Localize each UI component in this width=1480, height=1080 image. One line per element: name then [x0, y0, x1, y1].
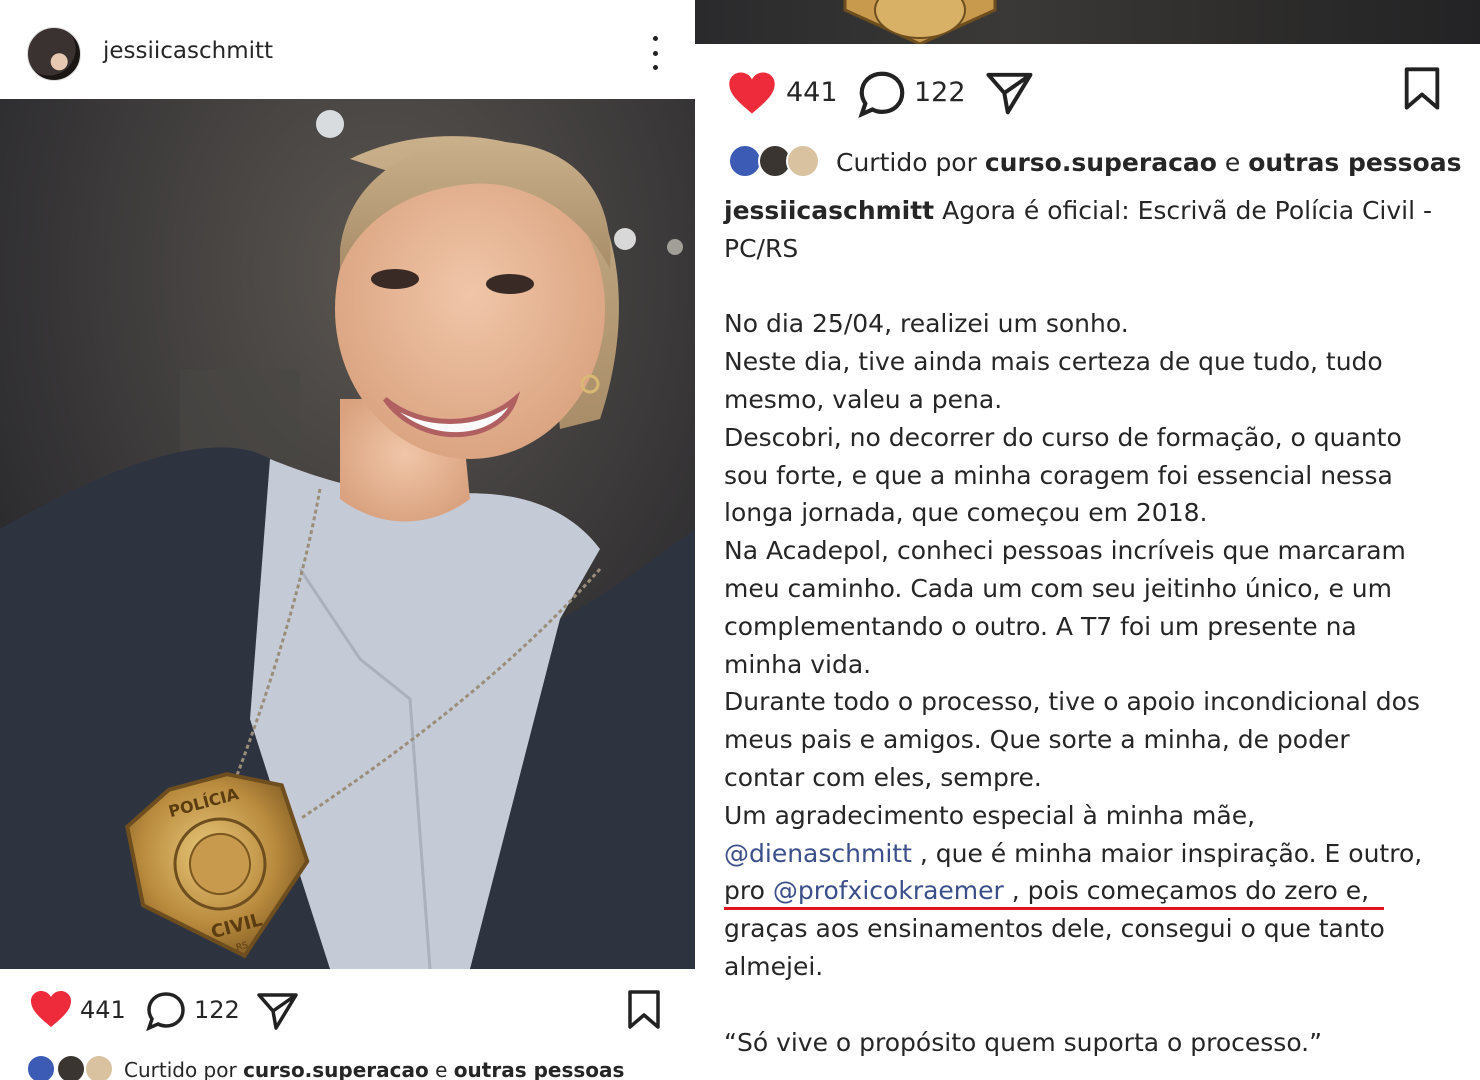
- caption-text: , pois começamos do zero e,: [1011, 876, 1370, 906]
- bookmark-icon[interactable]: [626, 989, 662, 1031]
- avatar[interactable]: [27, 27, 81, 81]
- avatar[interactable]: [56, 1054, 86, 1080]
- caption-line: Durante todo o processo, tive o apoio in…: [724, 687, 1420, 717]
- caption-line: complementando o outro. A T7 foi um pres…: [724, 611, 1357, 641]
- liked-by-prefix: Curtido por: [124, 1058, 237, 1080]
- avatar[interactable]: [26, 1054, 56, 1080]
- mention-dienaschmitt[interactable]: @dienaschmitt: [724, 839, 912, 868]
- red-underline-annotation: [724, 907, 1384, 910]
- post-caption: jessiicaschmitt Agora é oficial: Escrivã…: [724, 192, 1464, 1061]
- caption-quote: “Só vive o propósito quem suporta o proc…: [724, 1027, 1323, 1057]
- caption-text: , que é minha maior inspiração. E outro,: [919, 838, 1423, 868]
- comments-count: 122: [914, 77, 966, 108]
- post-username[interactable]: jessiicaschmitt: [103, 38, 273, 64]
- liked-by-user[interactable]: curso.superacao: [985, 148, 1217, 177]
- more-options-icon[interactable]: [645, 36, 665, 70]
- liked-by-user[interactable]: curso.superacao: [243, 1058, 429, 1080]
- share-icon[interactable]: [256, 991, 300, 1031]
- avatar[interactable]: [786, 144, 820, 178]
- caption-line: Um agradecimento especial à minha mãe,: [724, 800, 1256, 830]
- liked-by-row: Curtido por curso.superacao e outras pes…: [728, 142, 1461, 182]
- comment-icon[interactable]: [145, 991, 187, 1031]
- bookmark-icon[interactable]: [1402, 66, 1442, 112]
- post-photo-illustration: POLÍCIA CIVIL RS: [0, 99, 695, 969]
- caption-line: mesmo, valeu a pena.: [724, 384, 1003, 414]
- post-header: jessiicaschmitt: [0, 0, 695, 98]
- caption-line: longa jornada, que começou em 2018.: [724, 498, 1208, 528]
- avatar[interactable]: [84, 1054, 114, 1080]
- comments-count: 122: [194, 996, 240, 1024]
- share-icon[interactable]: [985, 70, 1035, 116]
- caption-blank-line: [724, 986, 1464, 1024]
- caption-username[interactable]: jessiicaschmitt: [724, 196, 934, 225]
- likes-count: 441: [80, 996, 126, 1024]
- caption-line: Na Acadepol, conheci pessoas incríveis q…: [724, 536, 1406, 566]
- liked-by-others[interactable]: outras pessoas: [454, 1058, 625, 1080]
- caption-blank-line: [724, 268, 1464, 306]
- caption-line: sou forte, e que a minha coragem foi ess…: [724, 460, 1393, 490]
- liked-by-row-left: Curtido por curso.superacao e outras pes…: [0, 1052, 695, 1080]
- caption-line: Descobri, no decorrer do curso de formaç…: [724, 422, 1402, 452]
- caption-line: meus pais e amigos. Que sorte a minha, d…: [724, 725, 1350, 755]
- badge-crop-illustration: [843, 0, 997, 44]
- liker-avatars: [728, 142, 826, 182]
- avatar[interactable]: [728, 144, 762, 178]
- comment-icon[interactable]: [857, 70, 907, 118]
- caption-text: pro: [724, 876, 765, 906]
- liked-by-prefix: Curtido por: [836, 147, 977, 177]
- post-actions-left: 441 122: [0, 985, 695, 1041]
- caption-line: minha vida.: [724, 649, 872, 679]
- likes-count: 441: [786, 77, 838, 108]
- caption-line: meu caminho. Cada um com seu jeitinho ún…: [724, 573, 1392, 603]
- liked-by-others[interactable]: outras pessoas: [1248, 148, 1461, 177]
- mention-profxicokraemer[interactable]: @profxicokraemer: [773, 876, 1004, 905]
- heart-icon[interactable]: [727, 70, 777, 116]
- caption-line: graças aos ensinamentos dele, consegui o…: [724, 914, 1385, 944]
- caption-body-end: graças aos ensinamentos dele, consegui o…: [724, 910, 1464, 986]
- liked-by-and: e: [435, 1058, 448, 1080]
- liked-by-and: e: [1224, 147, 1241, 177]
- caption-body: No dia 25/04, realizei um sonho. Neste di…: [724, 305, 1464, 834]
- caption-line: Neste dia, tive ainda mais certeza de qu…: [724, 347, 1383, 377]
- heart-icon[interactable]: [29, 989, 73, 1029]
- caption-line: No dia 25/04, realizei um sonho.: [724, 309, 1129, 339]
- caption-line: contar com eles, sempre.: [724, 762, 1042, 792]
- post-photo[interactable]: POLÍCIA CIVIL RS: [0, 99, 695, 969]
- liker-avatars: [26, 1054, 116, 1080]
- caption-line: almejei.: [724, 951, 824, 981]
- liked-by-text-left: Curtido por curso.superacao e outras pes…: [124, 1058, 624, 1080]
- liked-by-text: Curtido por curso.superacao e outras pes…: [836, 148, 1461, 177]
- post-panel-left: jessiicaschmitt POLÍCIA CIVIL RS 441 122…: [0, 0, 695, 1080]
- post-photo-cropped[interactable]: [695, 0, 1480, 44]
